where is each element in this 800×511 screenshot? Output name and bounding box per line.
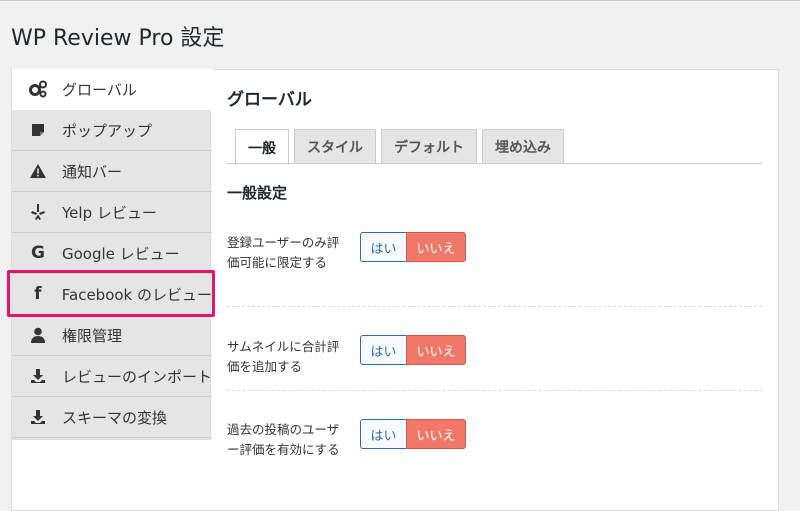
setting-row: サムネイルに合計評価を追加する はい いいえ (227, 306, 762, 391)
download-icon (27, 368, 49, 384)
sidebar-item-label: 通知バー (62, 162, 123, 181)
sidebar-item-permissions[interactable]: 権限管理 (12, 315, 212, 356)
setting-row: 過去の投稿のユーザー評価を有効にする はい いいえ (227, 390, 762, 500)
yelp-icon (27, 203, 49, 221)
tab-bar: 一般 スタイル デフォルト 埋め込み (235, 129, 569, 165)
sidebar-item-label: 権限管理 (62, 326, 123, 345)
setting-label: 過去の投稿のユーザー評価を有効にする (227, 422, 340, 457)
setting-label: 登録ユーザーのみ評価可能に限定する (227, 235, 340, 270)
tab-default[interactable]: デフォルト (381, 129, 477, 163)
sidebar-item-label: レビューのインポート (61, 367, 212, 386)
yes-button[interactable]: はい (360, 335, 406, 365)
highlight-box (7, 270, 215, 317)
subsection-title: 一般設定 (227, 184, 288, 202)
tabs-divider (227, 163, 762, 164)
section-title: グローバル (227, 90, 312, 110)
sidebar-item-label: Google レビュー (62, 244, 180, 263)
download-icon (27, 409, 49, 425)
top-border (0, 0, 800, 1)
tab-style[interactable]: スタイル (294, 129, 376, 163)
sidebar-item-notification-bar[interactable]: 通知バー (12, 151, 212, 192)
setting-label: サムネイルに合計評価を追加する (227, 339, 340, 374)
setting-row: 登録ユーザーのみ評価可能に限定する はい いいえ (227, 217, 762, 307)
no-button[interactable]: いいえ (406, 419, 466, 449)
sidebar-item-label: ポップアップ (62, 121, 153, 140)
user-icon (27, 327, 49, 343)
settings-sidebar: グローバル ポップアップ 通知バー Yelp レビュー G Google レビュ… (11, 69, 213, 440)
sidebar-item-label: Yelp レビュー (62, 203, 157, 222)
sidebar-item-schema-conversion[interactable]: スキーマの変換 (12, 397, 212, 438)
yes-button[interactable]: はい (360, 419, 406, 449)
tab-embed[interactable]: 埋め込み (482, 129, 564, 163)
no-button[interactable]: いいえ (406, 232, 466, 262)
tab-general[interactable]: 一般 (235, 129, 289, 165)
yes-button[interactable]: はい (360, 232, 406, 262)
sidebar-item-google[interactable]: G Google レビュー (12, 233, 212, 274)
google-icon: G (31, 243, 45, 263)
warning-icon (27, 163, 49, 179)
sidebar-item-global[interactable]: グローバル (12, 69, 213, 110)
gears-icon (27, 80, 49, 98)
sidebar-item-popup[interactable]: ポップアップ (12, 110, 212, 151)
sidebar-item-label: グローバル (62, 80, 137, 99)
yes-no-toggle: はい いいえ (360, 419, 466, 449)
sidebar-item-label: スキーマの変換 (62, 408, 168, 427)
no-button[interactable]: いいえ (406, 335, 466, 365)
yes-no-toggle: はい いいえ (360, 232, 466, 262)
popup-icon (27, 122, 49, 138)
sidebar-item-import-reviews[interactable]: レビューのインポート (12, 356, 212, 397)
yes-no-toggle: はい いいえ (360, 335, 466, 365)
sidebar-item-yelp[interactable]: Yelp レビュー (12, 192, 212, 233)
page-title: WP Review Pro 設定 (11, 26, 225, 51)
